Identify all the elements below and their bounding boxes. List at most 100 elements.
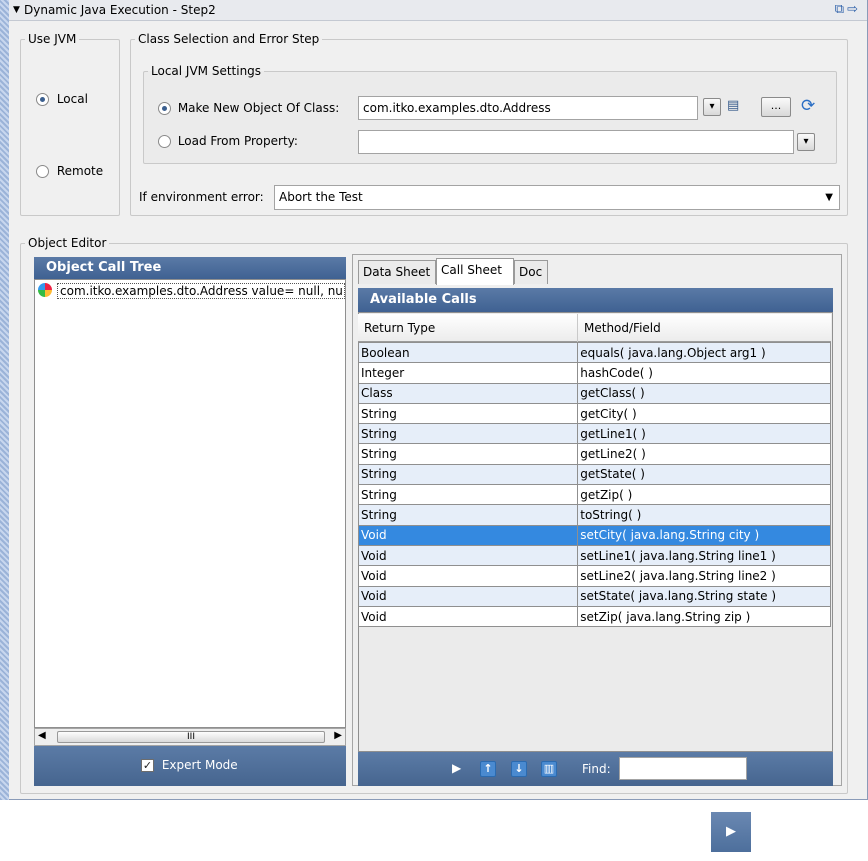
return-type-cell[interactable]: Void <box>357 605 579 628</box>
method-field-cell[interactable]: getCity( ) <box>577 402 831 425</box>
method-field-cell[interactable]: equals( java.lang.Object arg1 ) <box>577 341 831 364</box>
collapse-triangle-icon[interactable]: ▼ <box>13 5 20 15</box>
table-row[interactable]: String getLine1( ) <box>357 423 831 445</box>
call-tree-hscrollbar[interactable]: ◀ III ▶ <box>34 728 346 746</box>
tab-call-sheet[interactable]: Call Sheet <box>436 258 514 285</box>
table-row[interactable]: Void setCity( java.lang.String city ) <box>357 524 831 546</box>
scroll-thumb[interactable]: III <box>57 731 325 743</box>
scroll-right-icon[interactable]: ▶ <box>334 730 342 741</box>
table-row[interactable]: String getLine2( ) <box>357 443 831 465</box>
remote-radio-indicator[interactable] <box>36 165 49 178</box>
method-field-cell[interactable]: hashCode( ) <box>577 362 831 384</box>
method-field-cell[interactable]: setLine1( java.lang.String line1 ) <box>577 544 831 567</box>
table-row[interactable]: Void setLine1( java.lang.String line1 ) <box>357 544 831 567</box>
return-type-cell[interactable]: String <box>357 443 579 465</box>
return-type-cell[interactable]: Void <box>357 585 579 607</box>
make-new-object-radio[interactable]: Make New Object Of Class: <box>158 101 339 115</box>
calls-footer: ▶ ↑ ↓ ▥ Find: <box>358 752 833 786</box>
return-type-cell[interactable]: String <box>357 504 579 526</box>
return-type-cell[interactable]: String <box>357 402 579 425</box>
expand-window-icon[interactable]: ⧉ <box>835 2 847 17</box>
table-row[interactable]: Void setZip( java.lang.String zip ) <box>357 605 831 628</box>
call-tree-panel: com.itko.examples.dto.Address value= nul… <box>34 279 346 728</box>
column-method-field[interactable]: Method/Field <box>584 321 661 335</box>
return-type-cell[interactable]: String <box>357 484 579 506</box>
tab-doc[interactable]: Doc <box>514 260 548 284</box>
method-field-cell[interactable]: setZip( java.lang.String zip ) <box>577 605 831 628</box>
calls-table: Boolean equals( java.lang.Object arg1 ) In… <box>357 341 831 628</box>
document-icon[interactable]: ▤ <box>727 98 743 116</box>
method-field-cell[interactable]: getLine1( ) <box>577 423 831 445</box>
check-icon[interactable]: ✓ <box>141 759 154 772</box>
play-icon[interactable]: ▶ <box>452 761 461 775</box>
refresh-icon[interactable]: ⟳ <box>801 96 815 116</box>
use-jvm-group: Use JVM <box>20 32 120 216</box>
remote-radio-label: Remote <box>56 164 104 178</box>
column-return-type[interactable]: Return Type <box>364 321 435 335</box>
next-button[interactable]: ▶ <box>711 812 751 852</box>
table-row[interactable]: Boolean equals( java.lang.Object arg1 ) <box>357 341 831 364</box>
return-type-cell[interactable]: Void <box>357 544 579 567</box>
return-type-cell[interactable]: String <box>357 423 579 445</box>
return-type-cell[interactable]: String <box>357 463 579 486</box>
return-type-cell[interactable]: Class <box>357 382 579 404</box>
table-row[interactable]: String getZip( ) <box>357 484 831 506</box>
trash-icon[interactable]: ▥ <box>541 761 557 777</box>
return-type-cell[interactable]: Void <box>357 524 579 546</box>
tab-data-sheet[interactable]: Data Sheet <box>358 260 436 284</box>
load-from-label: Load From Property: <box>177 134 298 148</box>
property-dropdown-button[interactable]: ▾ <box>797 133 815 151</box>
return-type-cell[interactable]: Boolean <box>357 341 579 364</box>
env-error-select[interactable]: Abort the Test ▼ <box>274 185 840 210</box>
table-row[interactable]: Void setLine2( java.lang.String line2 ) <box>357 565 831 587</box>
method-field-cell[interactable]: getZip( ) <box>577 484 831 506</box>
tree-item-address[interactable]: com.itko.examples.dto.Address value= nul… <box>57 283 345 299</box>
scroll-grip: III <box>187 732 195 742</box>
remote-radio[interactable]: Remote <box>36 164 103 178</box>
find-input[interactable] <box>619 757 747 780</box>
window-title: Dynamic Java Execution - Step2 <box>24 3 216 17</box>
browse-class-button[interactable]: ... <box>761 97 791 117</box>
method-field-cell[interactable]: getState( ) <box>577 463 831 486</box>
local-jvm-settings-legend: Local JVM Settings <box>151 64 262 78</box>
tab-data-sheet-label: Data Sheet <box>363 265 431 279</box>
arrow-down-icon[interactable]: ↓ <box>511 761 527 777</box>
class-selection-legend: Class Selection and Error Step <box>138 32 320 46</box>
object-editor-legend: Object Editor <box>28 236 107 250</box>
method-field-cell[interactable]: setCity( java.lang.String city ) <box>577 524 831 546</box>
tab-doc-label: Doc <box>519 265 543 279</box>
return-type-cell[interactable]: Integer <box>357 362 579 384</box>
arrow-up-icon[interactable]: ↑ <box>480 761 496 777</box>
method-field-cell[interactable]: toString( ) <box>577 504 831 526</box>
return-type-cell[interactable]: Void <box>357 565 579 587</box>
make-new-radio-indicator[interactable] <box>158 102 171 115</box>
env-error-label: If environment error: <box>139 190 264 204</box>
method-field-cell[interactable]: setState( java.lang.String state ) <box>577 585 831 607</box>
table-row[interactable]: String getCity( ) <box>357 402 831 425</box>
table-row[interactable]: Void setState( java.lang.String state ) <box>357 585 831 607</box>
property-input[interactable] <box>358 130 794 154</box>
chevron-down-icon: ▾ <box>803 136 809 147</box>
table-row[interactable]: String getState( ) <box>357 463 831 486</box>
expert-mode-checkbox[interactable]: ✓ Expert Mode <box>141 758 238 772</box>
local-radio-indicator[interactable] <box>36 93 49 106</box>
local-radio-label: Local <box>56 92 88 106</box>
title-bar: ▼ Dynamic Java Execution - Step2 ⧉⇨ <box>9 0 867 21</box>
table-row[interactable]: String toString( ) <box>357 504 831 526</box>
table-row[interactable]: Class getClass( ) <box>357 382 831 404</box>
local-radio[interactable]: Local <box>36 92 88 106</box>
method-field-cell[interactable]: getLine2( ) <box>577 443 831 465</box>
column-divider <box>577 314 578 342</box>
use-jvm-legend: Use JVM <box>28 32 77 46</box>
arrow-right-icon[interactable]: ⇨ <box>847 2 861 17</box>
class-dropdown-button[interactable]: ▾ <box>703 98 721 116</box>
chevron-down-icon: ▼ <box>825 192 833 203</box>
load-from-radio-indicator[interactable] <box>158 135 171 148</box>
method-field-cell[interactable]: setLine2( java.lang.String line2 ) <box>577 565 831 587</box>
table-row[interactable]: Integer hashCode( ) <box>357 362 831 384</box>
scroll-left-icon[interactable]: ◀ <box>38 730 46 741</box>
load-from-property-radio[interactable]: Load From Property: <box>158 134 298 148</box>
class-name-input[interactable]: com.itko.examples.dto.Address <box>358 96 698 120</box>
method-field-cell[interactable]: getClass( ) <box>577 382 831 404</box>
available-calls-header: Available Calls <box>358 288 833 312</box>
